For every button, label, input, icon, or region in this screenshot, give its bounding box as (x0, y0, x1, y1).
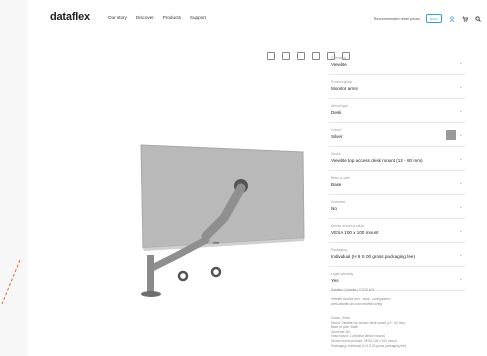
option-value: Viewlite (331, 62, 347, 67)
price-label: Recommended retail prices (373, 16, 420, 21)
option-value: Viewlite top access desk mount (12 - 60 … (331, 158, 423, 163)
option-arrival-type[interactable]: Arrival type Desk ⌄ (329, 100, 465, 123)
option-colour[interactable]: Colour Silver ⌄ (329, 124, 465, 147)
option-label: Packaging (331, 248, 347, 252)
monitor-logo (213, 242, 219, 244)
chevron-down-icon: ⌄ (458, 108, 463, 114)
logo-text: dataflex (50, 11, 90, 23)
option-device-mount[interactable]: Device mount product VESA 100 x 100 moun… (329, 220, 465, 243)
option-label: Legal warranty (331, 272, 354, 276)
option-label: Colour (331, 128, 341, 132)
chevron-down-icon: ⌄ (458, 180, 463, 186)
main-nav: Our story Discover Products Support (108, 15, 206, 20)
pole (147, 255, 154, 293)
chevron-down-icon: ⌄ (458, 132, 463, 138)
user-icon[interactable] (448, 15, 455, 22)
option-value: Individual (H 6 S 00 gross packaging fee… (331, 254, 416, 259)
chevron-down-icon: ⌄ (458, 228, 463, 234)
search-icon[interactable] (474, 15, 481, 22)
option-value: No (331, 206, 337, 211)
product-3d-viewer[interactable] (48, 40, 350, 356)
nav-products[interactable]: Products (163, 15, 181, 20)
chevron-down-icon: ⌄ (458, 252, 463, 258)
chevron-down-icon: ⌄ (458, 84, 463, 90)
price-toggle[interactable]: EXCL (426, 14, 442, 23)
chevron-down-icon: ⌄ (458, 204, 463, 210)
chevron-down-icon: ⌄ (458, 156, 463, 162)
option-product-group[interactable]: Product group Monitor arms ⌄ (329, 76, 465, 99)
nav-support[interactable]: Support (190, 15, 206, 20)
site-header: dataflex Our story Discover Products Sup… (28, 0, 487, 36)
nav-our-story[interactable]: Our story (108, 15, 127, 20)
option-mount[interactable]: Mount Viewlite top access desk mount (12… (329, 148, 465, 171)
details-line: Packaging: Individual (H 6 S 00 gross pa… (331, 343, 406, 348)
option-value: Monitor arms (331, 86, 358, 91)
option-label: Device mount product (331, 224, 364, 228)
option-label: Collection (331, 56, 346, 60)
option-grommet[interactable]: Grommet No ⌄ (329, 196, 465, 219)
option-label: Product group (331, 80, 353, 84)
decorative-dashed-line (1, 259, 21, 305)
colour-swatch (446, 130, 456, 140)
header-actions: Recommended retail prices EXCL (374, 14, 481, 23)
option-value: VESA 100 x 100 mount (331, 230, 379, 235)
desk-clamp (141, 291, 161, 297)
product-page: dataflex Our story Discover Products Sup… (28, 0, 487, 356)
option-base-or-pole[interactable]: Base or pole Base ⌄ (329, 172, 465, 195)
cable-clip-left (177, 270, 189, 282)
option-value: Desk (331, 110, 342, 115)
cable-clip-right (210, 266, 222, 278)
option-label: Arrival type (331, 104, 348, 108)
monitor-arm-render (140, 144, 305, 297)
summary-link[interactable]: www.dataflex-int.com/viewlite/config (331, 302, 461, 307)
brand-logo[interactable]: dataflex (50, 11, 90, 23)
option-collection[interactable]: Collection Viewlite ⌄ (329, 52, 465, 75)
monitor-screen (140, 144, 305, 249)
option-label: Mount (331, 152, 341, 156)
details-block: Colour: Silver Mount: Viewlite top acces… (331, 316, 461, 348)
nav-discover[interactable]: Discover (136, 15, 154, 20)
option-label: Grommet (331, 200, 346, 204)
option-packaging[interactable]: Packaging Individual (H 6 S 00 gross pac… (329, 244, 465, 267)
summary-title: Dataflex | Viewlite | 3 TOS 601 (331, 288, 375, 292)
option-value: Base (331, 182, 342, 187)
chevron-down-icon: ⌄ (458, 60, 463, 66)
option-value: Yes (331, 278, 339, 283)
cart-icon[interactable] (461, 15, 468, 22)
option-value: Silver (331, 134, 343, 139)
option-label: Base or pole (331, 176, 351, 180)
summary-block: Viewlite monitor arm - desk - configurat… (331, 297, 461, 306)
configurator-panel: Collection Viewlite ⌄ Product group Moni… (329, 52, 471, 356)
chevron-down-icon: ⌄ (458, 276, 463, 282)
